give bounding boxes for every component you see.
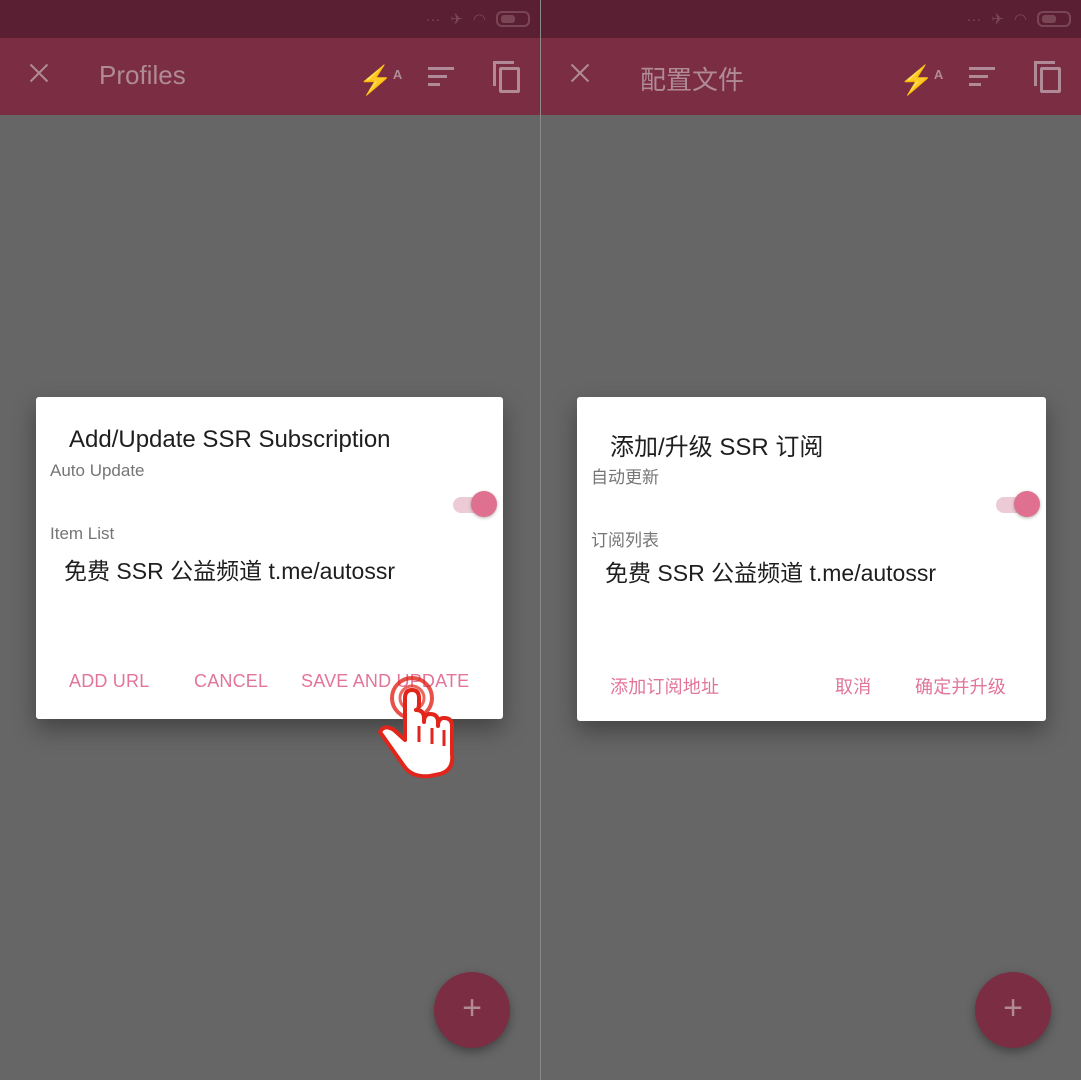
dialog-title: Add/Update SSR Subscription <box>69 426 391 453</box>
status-bar: ··· ✈ ◠ <box>541 0 1081 38</box>
page-title: Profiles <box>99 60 186 90</box>
page-title: 配置文件 <box>640 65 745 95</box>
wifi-icon: ◠ <box>472 11 486 28</box>
airplane-icon: ✈ <box>450 11 463 28</box>
cancel-button[interactable]: 取消 <box>835 673 871 699</box>
item-list-label: 订阅列表 <box>591 531 659 550</box>
add-fab-button[interactable]: + <box>434 972 510 1048</box>
signal-dots-icon: ··· <box>425 10 441 28</box>
close-icon[interactable] <box>567 60 593 86</box>
battery-icon <box>1037 11 1071 27</box>
wifi-icon: ◠ <box>1013 11 1027 28</box>
app-bar: Profiles ⚡A <box>0 38 540 115</box>
subscription-dialog: 添加/升级 SSR 订阅 自动更新 订阅列表 免费 SSR 公益频道 t.me/… <box>577 397 1046 721</box>
cancel-button[interactable]: CANCEL <box>194 671 268 692</box>
battery-icon <box>496 11 530 27</box>
subscription-item[interactable]: 免费 SSR 公益频道 t.me/autossr <box>605 554 936 588</box>
add-url-button[interactable]: ADD URL <box>69 671 149 692</box>
auto-update-label: 自动更新 <box>591 468 659 487</box>
auto-update-label: Auto Update <box>50 461 145 480</box>
subscription-item[interactable]: 免费 SSR 公益频道 t.me/autossr <box>64 552 395 586</box>
left-screen: ··· ✈ ◠ Profiles ⚡A Add/Update SSR Subsc… <box>0 0 540 1080</box>
item-list-label: Item List <box>50 524 115 543</box>
close-icon[interactable] <box>26 60 52 86</box>
add-url-button[interactable]: 添加订阅地址 <box>610 673 719 699</box>
flash-auto-icon[interactable]: ⚡A <box>899 58 943 95</box>
flash-auto-icon[interactable]: ⚡A <box>358 58 402 95</box>
save-and-update-button[interactable]: 确定并升级 <box>915 673 1006 699</box>
signal-dots-icon: ··· <box>966 10 982 28</box>
auto-update-toggle[interactable] <box>996 489 1040 519</box>
right-screen: ··· ✈ ◠ 配置文件 ⚡A 添加/升级 SSR 订阅 自动更新 订阅列表 免… <box>541 0 1081 1080</box>
sort-icon[interactable] <box>966 58 1000 92</box>
app-bar: 配置文件 ⚡A <box>541 38 1081 115</box>
airplane-icon: ✈ <box>991 11 1004 28</box>
copy-icon[interactable] <box>490 58 524 93</box>
sort-icon[interactable] <box>425 58 459 92</box>
tap-hand-icon <box>378 676 455 779</box>
add-fab-button[interactable]: + <box>975 972 1051 1048</box>
dialog-title: 添加/升级 SSR 订阅 <box>610 434 824 461</box>
status-bar: ··· ✈ ◠ <box>0 0 540 38</box>
auto-update-toggle[interactable] <box>453 489 497 519</box>
copy-icon[interactable] <box>1031 58 1065 93</box>
